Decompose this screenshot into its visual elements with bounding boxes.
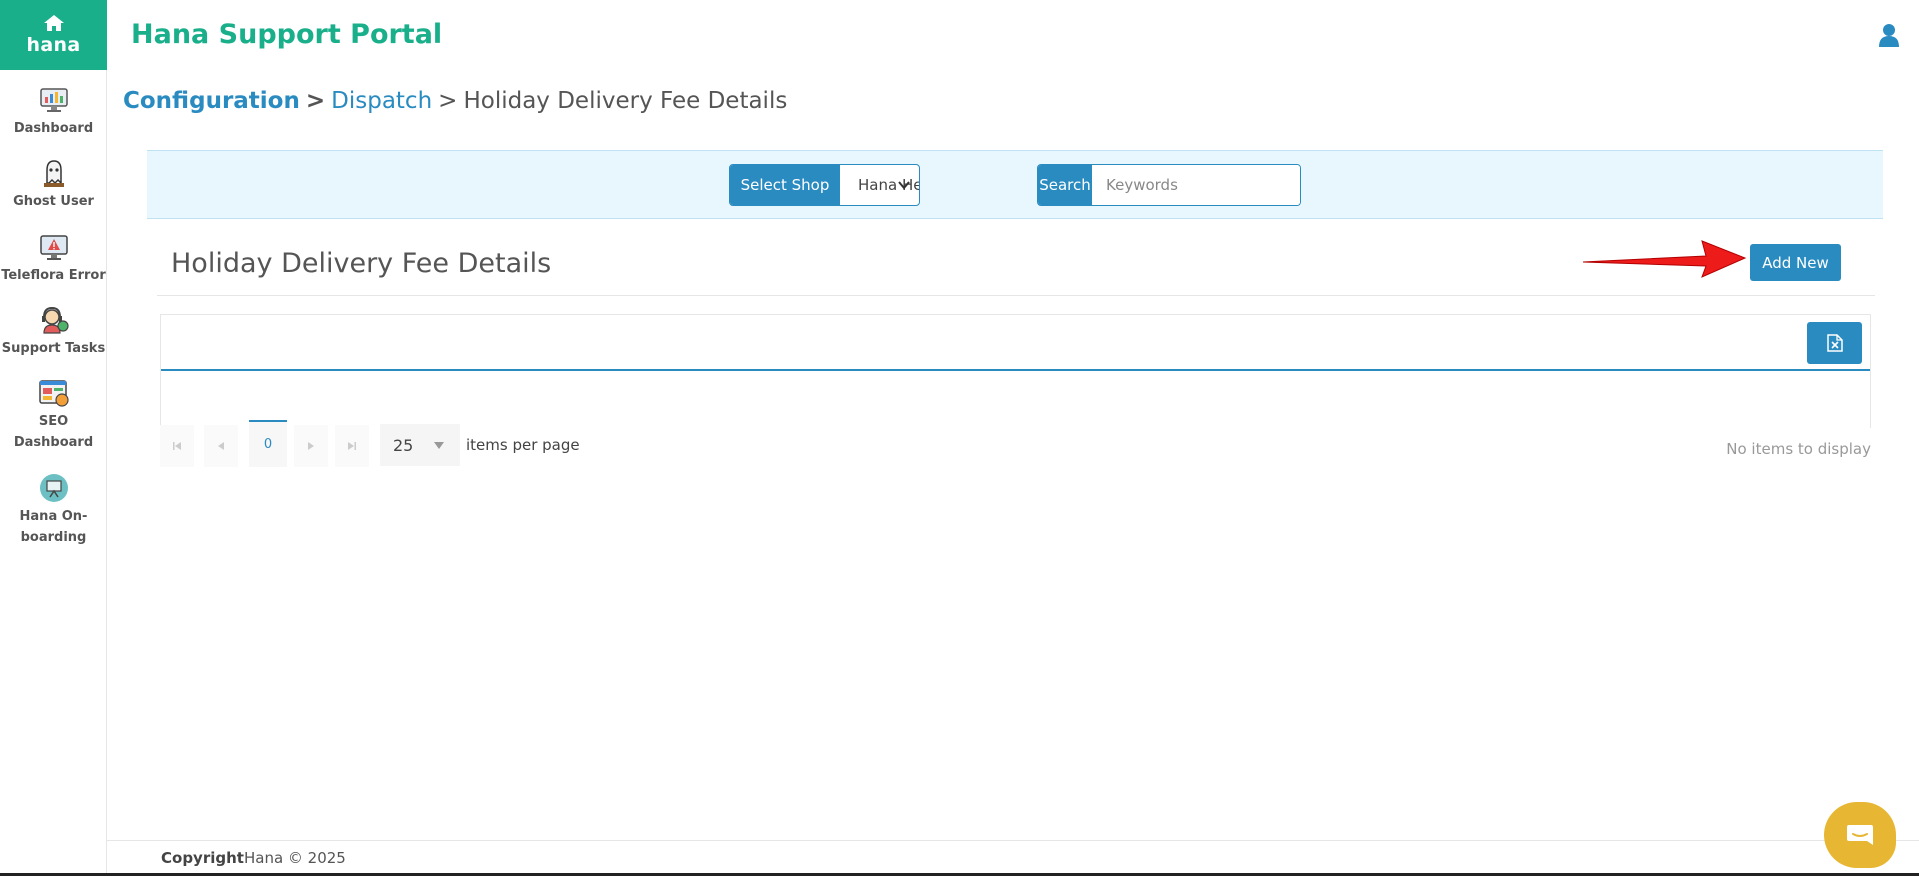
sidebar-item-ghost-user[interactable]: Ghost User: [0, 157, 107, 212]
seo-dashboard-icon: [38, 380, 69, 407]
add-new-button[interactable]: Add New: [1750, 244, 1841, 281]
user-icon[interactable]: [1879, 23, 1899, 47]
select-shop-label[interactable]: Select Shop: [730, 165, 840, 205]
sidebar-item-seo-dashboard[interactable]: SEO Dashboard: [0, 377, 107, 453]
first-page-button[interactable]: [160, 425, 194, 467]
sidebar-item-onboarding[interactable]: Hana On-boarding: [0, 472, 107, 548]
chat-widget-button[interactable]: [1824, 802, 1896, 868]
shop-select-group: Select Shop Hana HeadQuarter: [729, 164, 920, 206]
current-page[interactable]: 0: [249, 420, 287, 467]
data-grid: [160, 314, 1871, 428]
items-per-page-label: items per page: [466, 436, 580, 454]
breadcrumb-dispatch[interactable]: Dispatch: [331, 88, 432, 114]
pager-status: No items to display: [1726, 440, 1871, 458]
ghost-user-icon: [43, 160, 64, 187]
breadcrumb-separator: >: [305, 88, 326, 114]
prev-page-button[interactable]: [204, 425, 238, 467]
pager: 0 25 items per page No items to display: [160, 420, 1871, 467]
dashboard-icon: [39, 88, 68, 112]
home-icon: [43, 15, 64, 31]
sidebar-item-dashboard[interactable]: Dashboard: [0, 84, 107, 139]
teleflora-error-icon: [39, 235, 68, 260]
last-page-button[interactable]: [335, 425, 369, 467]
sidebar-item-label: Dashboard: [13, 121, 94, 136]
chevron-down-icon: [898, 181, 910, 190]
filter-bar: Select Shop Hana HeadQuarter Search: [147, 150, 1883, 219]
page-size-select[interactable]: 25: [380, 424, 460, 466]
divider: [157, 295, 1875, 296]
next-page-button[interactable]: [294, 425, 328, 467]
sidebar-item-label: Teleflora Error: [1, 268, 106, 283]
prev-page-icon: [218, 442, 224, 450]
breadcrumb-current: Holiday Delivery Fee Details: [463, 88, 788, 114]
breadcrumb-separator: >: [438, 88, 458, 114]
sidebar: hana Dashboard Ghost User Teleflora Erro…: [0, 0, 107, 876]
search-group: Search: [1037, 164, 1301, 206]
export-excel-button[interactable]: [1807, 322, 1862, 364]
section-title: Holiday Delivery Fee Details: [171, 248, 552, 279]
excel-file-icon: [1826, 334, 1843, 352]
page-size-value: 25: [393, 435, 414, 455]
breadcrumb-configuration[interactable]: Configuration: [123, 88, 300, 114]
page-header-title: Hana Support Portal: [131, 19, 443, 50]
first-page-icon: [173, 442, 181, 450]
grid-body: [161, 371, 1870, 421]
sidebar-item-label: Hana On-boarding: [19, 509, 88, 545]
sidebar-item-support-tasks[interactable]: Support Tasks: [0, 304, 107, 359]
grid-toolbar: [161, 315, 1870, 371]
sidebar-item-label: Support Tasks: [1, 341, 106, 356]
red-arrow-annotation: [1582, 240, 1747, 278]
dropdown-caret-icon: [434, 442, 444, 449]
copyright-label: Copyright: [161, 849, 244, 867]
next-page-icon: [308, 442, 314, 450]
breadcrumb: Configuration > Dispatch > Holiday Delivery …: [123, 88, 787, 114]
support-tasks-icon: [41, 306, 69, 334]
onboarding-icon: [39, 474, 68, 502]
chat-icon: [1847, 825, 1873, 845]
sidebar-item-label: Ghost User: [13, 194, 94, 209]
shop-select[interactable]: Hana HeadQuarter: [840, 165, 919, 205]
sidebar-item-teleflora-error[interactable]: Teleflora Error: [0, 231, 107, 286]
brand-name: hana: [26, 34, 81, 56]
copyright-text: Hana © 2025: [243, 849, 346, 867]
search-input[interactable]: [1092, 165, 1300, 205]
search-button[interactable]: Search: [1038, 165, 1092, 205]
last-page-icon: [348, 442, 356, 450]
footer: CopyrightHana © 2025: [107, 840, 1919, 876]
logo[interactable]: hana: [0, 0, 107, 70]
sidebar-item-label: SEO Dashboard: [13, 414, 94, 450]
